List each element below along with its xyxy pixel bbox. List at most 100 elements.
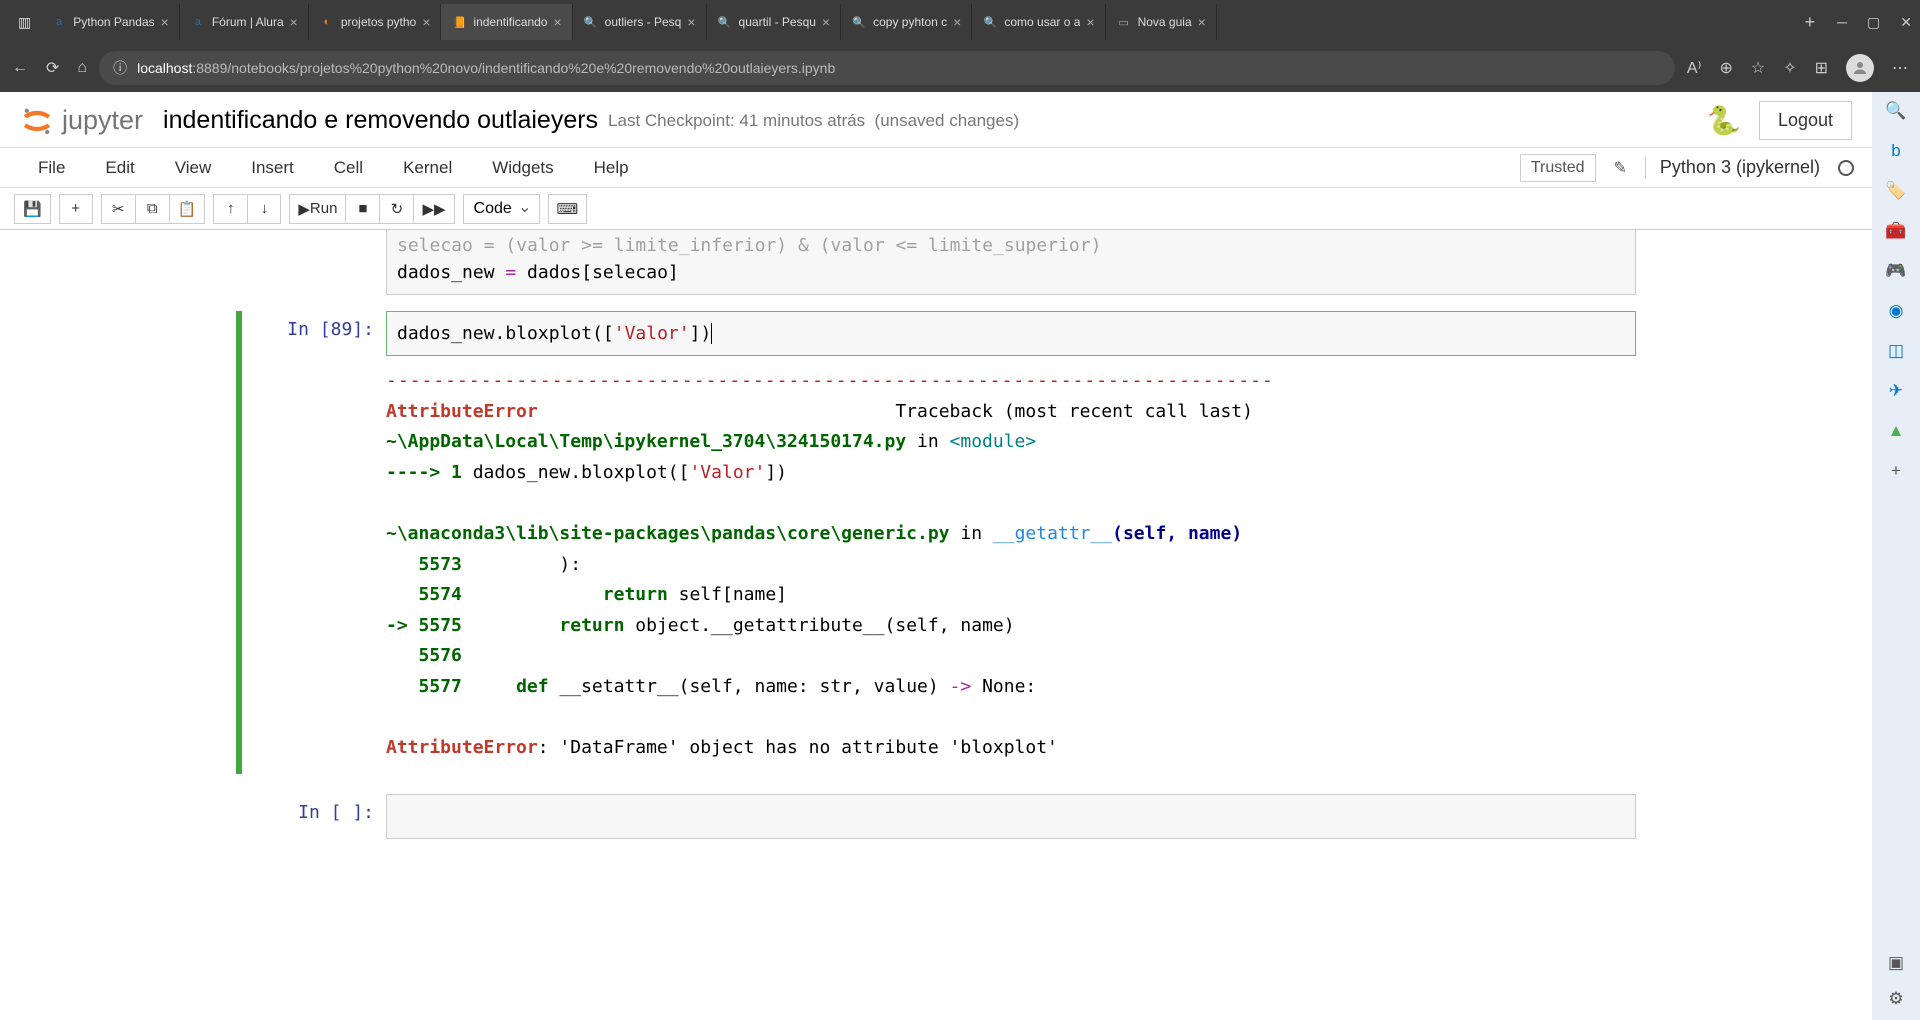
jupyter-menubar: FileEditViewInsertCellKernelWidgetsHelp …	[0, 148, 1872, 188]
cell-output-error: ----------------------------------------…	[386, 356, 1636, 774]
tab-favicon-icon: 🔍	[851, 14, 867, 30]
extensions-icon[interactable]: ⊞	[1815, 58, 1828, 78]
notebook-name[interactable]: indentificando e removendo outlaieyers	[163, 106, 598, 135]
notebook-area[interactable]: selecao = (valor >= limite_inferior) & (…	[0, 230, 1872, 1020]
browser-tab[interactable]: 🔍outliers - Pesq×	[573, 4, 707, 40]
trusted-indicator[interactable]: Trusted	[1520, 154, 1596, 182]
hide-sidebar-icon[interactable]: ▣	[1885, 952, 1907, 974]
tab-close-icon[interactable]: ×	[953, 14, 961, 30]
home-button[interactable]: ⌂	[77, 59, 87, 77]
settings-icon[interactable]: ⚙	[1885, 988, 1907, 1010]
menu-edit[interactable]: Edit	[85, 152, 154, 184]
cell-prompt: In [ ]:	[236, 794, 386, 839]
tab-close-icon[interactable]: ×	[1086, 14, 1094, 30]
code-cell-selected[interactable]: In [89]: dados_new.bloxplot(['Valor']) -…	[236, 311, 1636, 774]
cut-button[interactable]: ✂	[101, 194, 135, 224]
browser-tab[interactable]: aFórum | Alura×	[180, 4, 309, 40]
window-maximize[interactable]: ▢	[1867, 14, 1880, 31]
browser-tab[interactable]: 📙indentificando×	[441, 4, 572, 40]
tab-favicon-icon: a	[51, 14, 67, 30]
tab-close-icon[interactable]: ×	[1198, 14, 1206, 30]
menu-kernel[interactable]: Kernel	[383, 152, 472, 184]
menu-cell[interactable]: Cell	[314, 152, 383, 184]
address-bar[interactable]: ⓘ localhost:8889/notebooks/projetos%20py…	[99, 51, 1675, 85]
add-sidebar-icon[interactable]: +	[1885, 460, 1907, 482]
copy-button[interactable]: ⧉	[135, 194, 169, 224]
code-input[interactable]: dados_new.bloxplot(['Valor'])	[386, 311, 1636, 356]
tab-close-icon[interactable]: ×	[161, 14, 169, 30]
shopping-icon[interactable]: 🏷️	[1885, 180, 1907, 202]
add-cell-button[interactable]: +	[59, 194, 93, 224]
bing-chat-icon[interactable]: b	[1885, 140, 1907, 162]
tab-favicon-icon: 📙	[451, 14, 467, 30]
refresh-button[interactable]: ⟳	[46, 58, 59, 78]
tools-icon[interactable]: 🧰	[1885, 220, 1907, 242]
kernel-indicator-icon	[1838, 160, 1854, 176]
paste-button[interactable]: 📋	[169, 194, 206, 224]
tab-favicon-icon: 🔍	[717, 14, 733, 30]
site-info-icon[interactable]: ⓘ	[113, 58, 127, 78]
command-palette-button[interactable]: ⌨	[548, 194, 588, 224]
tab-actions-icon[interactable]: ▥	[8, 14, 41, 31]
tab-title: quartil - Pesqu	[739, 15, 816, 29]
browser-toolbar: ← ⟳ ⌂ ⓘ localhost:8889/notebooks/projeto…	[0, 44, 1920, 92]
edit-icon[interactable]: ✎	[1606, 158, 1635, 178]
interrupt-button[interactable]: ■	[345, 194, 379, 224]
menu-file[interactable]: File	[18, 152, 85, 184]
window-minimize[interactable]: ─	[1837, 14, 1847, 31]
outlook-icon[interactable]: ✈	[1885, 380, 1907, 402]
move-up-button[interactable]: ↑	[213, 194, 247, 224]
browser-tab[interactable]: a Python Pandas ×	[41, 4, 180, 40]
back-button[interactable]: ←	[12, 59, 28, 77]
drop-icon[interactable]: ▲	[1885, 420, 1907, 442]
code-input[interactable]: selecao = (valor >= limite_inferior) & (…	[386, 230, 1636, 295]
menu-widgets[interactable]: Widgets	[472, 152, 573, 184]
browser-tab[interactable]: 🔍copy pyhton c×	[841, 4, 972, 40]
search-sidebar-icon[interactable]: 🔍	[1885, 100, 1907, 122]
tab-close-icon[interactable]: ×	[553, 14, 561, 30]
browser-tab[interactable]: ▭Nova guia×	[1106, 4, 1217, 40]
browser-tab[interactable]: ◐projetos pytho×	[309, 4, 442, 40]
favorite-icon[interactable]: ☆	[1751, 58, 1765, 78]
window-close[interactable]: ✕	[1900, 14, 1912, 31]
profile-avatar[interactable]	[1846, 54, 1874, 82]
url-host: localhost	[137, 60, 192, 76]
save-button[interactable]: 💾	[14, 194, 51, 224]
tab-close-icon[interactable]: ×	[290, 14, 298, 30]
url-path: :8889/notebooks/projetos%20python%20novo…	[192, 60, 835, 76]
cell-prompt: In [89]:	[242, 311, 386, 774]
tab-favicon-icon: 🔍	[583, 14, 599, 30]
menu-insert[interactable]: Insert	[231, 152, 314, 184]
collections-icon[interactable]: ✧	[1783, 58, 1796, 78]
tab-title: Python Pandas	[73, 15, 154, 29]
menu-help[interactable]: Help	[574, 152, 649, 184]
kernel-name[interactable]: Python 3 (ipykernel)	[1645, 157, 1820, 178]
tab-close-icon[interactable]: ×	[422, 14, 430, 30]
move-down-button[interactable]: ↓	[247, 194, 281, 224]
jupyter-logo[interactable]: jupyter	[20, 104, 143, 138]
run-button[interactable]: ▶ Run	[289, 194, 345, 224]
code-cell-partial[interactable]: selecao = (valor >= limite_inferior) & (…	[236, 230, 1636, 295]
browser-tab[interactable]: 🔍como usar o a×	[972, 4, 1105, 40]
more-menu-icon[interactable]: ⋯	[1892, 58, 1908, 78]
menu-view[interactable]: View	[155, 152, 232, 184]
browser-tab-strip: ▥ aPython Pandas×aFórum | Alura×◐projeto…	[0, 0, 1920, 44]
games-icon[interactable]: 🎮	[1885, 260, 1907, 282]
restart-run-all-button[interactable]: ▶▶	[413, 194, 454, 224]
read-aloud-icon[interactable]: A⁾	[1687, 58, 1702, 78]
cell-type-select[interactable]: Code	[463, 194, 540, 224]
logout-button[interactable]: Logout	[1759, 101, 1852, 140]
tab-title: projetos pytho	[341, 15, 416, 29]
tab-close-icon[interactable]: ×	[687, 14, 695, 30]
code-cell-empty[interactable]: In [ ]:	[236, 794, 1636, 839]
edge-icon[interactable]: ◉	[1885, 300, 1907, 322]
office-icon[interactable]: ◫	[1885, 340, 1907, 362]
tab-title: como usar o a	[1004, 15, 1080, 29]
code-input[interactable]	[386, 794, 1636, 839]
checkpoint-text: Last Checkpoint: 41 minutos atrás (unsav…	[608, 111, 1019, 131]
zoom-icon[interactable]: ⊕	[1719, 58, 1732, 78]
new-tab-button[interactable]: +	[1795, 12, 1826, 33]
restart-button[interactable]: ↻	[379, 194, 413, 224]
browser-tab[interactable]: 🔍 quartil - Pesqu ×	[707, 4, 842, 40]
tab-close-icon[interactable]: ×	[822, 14, 830, 30]
